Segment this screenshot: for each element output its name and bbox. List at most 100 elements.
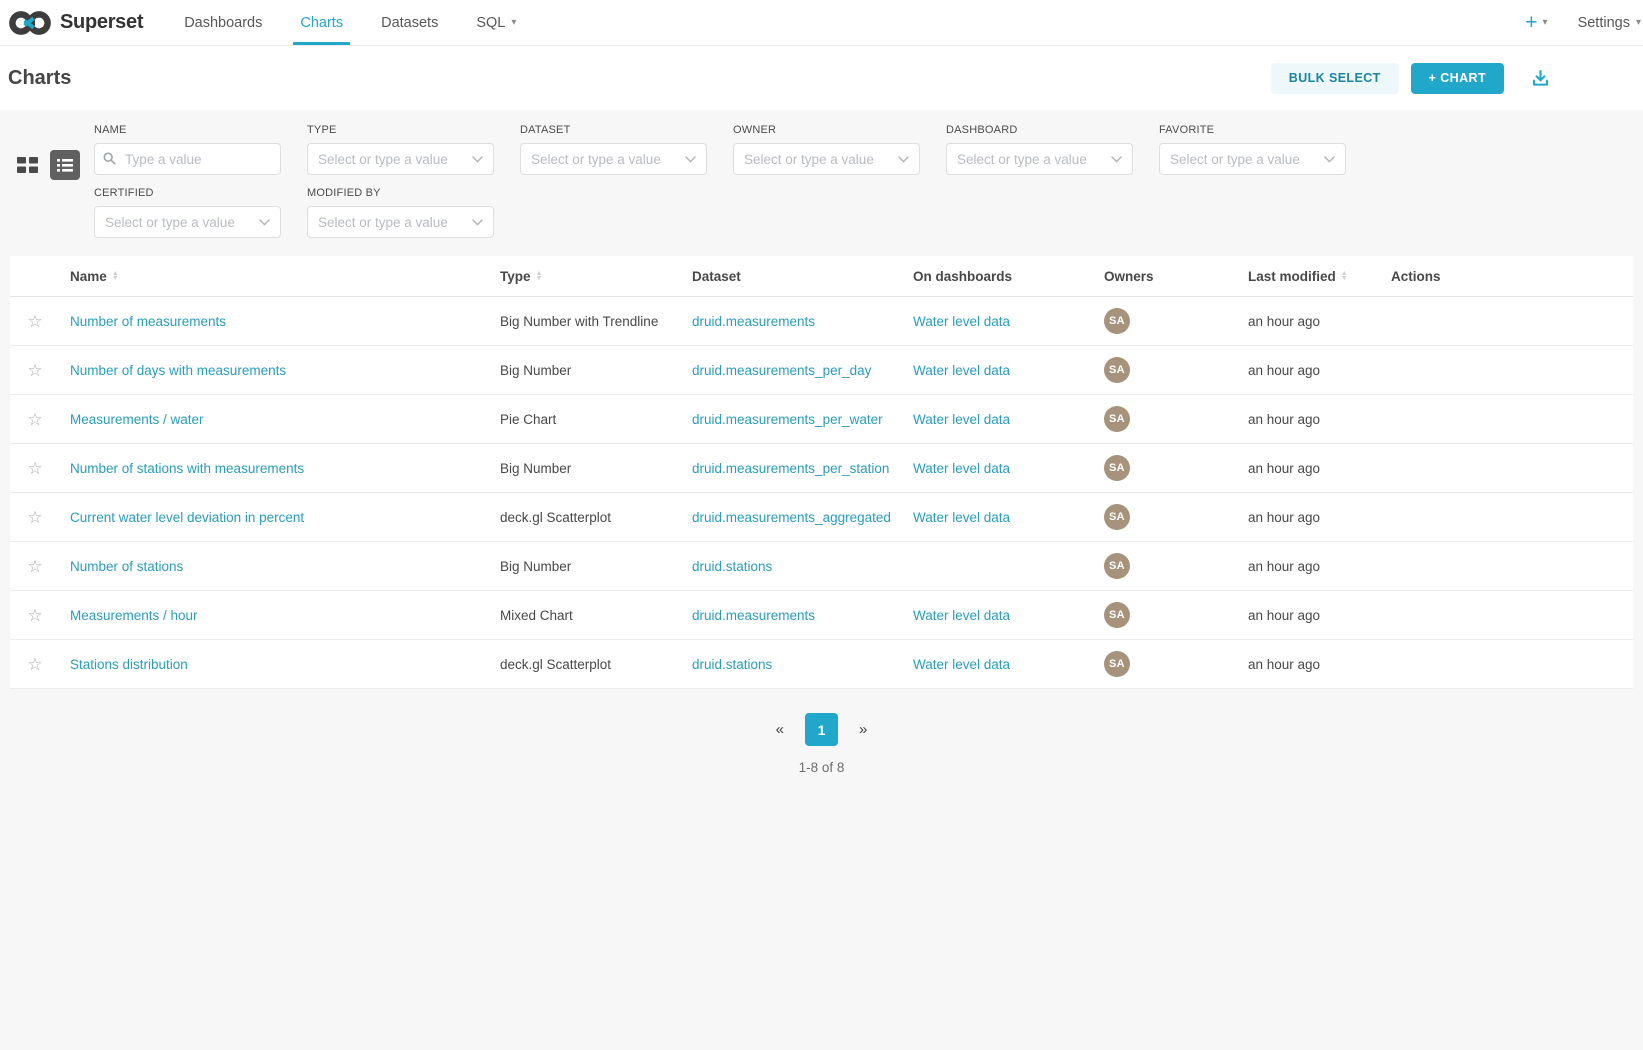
nav-item-dashboards[interactable]: Dashboards [165,0,281,45]
dataset-link[interactable]: druid.measurements_aggregated [692,510,891,525]
owners-cell: SA [1104,406,1248,432]
chart-name-link[interactable]: Stations distribution [70,657,188,672]
search-icon [103,152,116,170]
on-dashboards-cell: Water level data [913,412,1104,427]
sort-icon[interactable]: ▲▼ [536,271,543,282]
owner-avatar[interactable]: SA [1104,651,1130,677]
sort-desc-icon: ▼ [112,276,119,282]
dashboard-link[interactable]: Water level data [913,657,1010,672]
filter-select-certified[interactable]: Select or type a value [94,206,281,238]
dataset-link[interactable]: druid.stations [692,559,772,574]
dashboard-link[interactable]: Water level data [913,608,1010,623]
owner-avatar[interactable]: SA [1104,602,1130,628]
filter-label: NAME [94,124,281,136]
page-title: Charts [8,67,71,90]
superset-logo[interactable]: Superset [8,9,143,37]
on-dashboards-cell: Water level data [913,608,1104,623]
new-chart-button[interactable]: + CHART [1411,63,1504,94]
owner-avatar[interactable]: SA [1104,357,1130,383]
owner-avatar[interactable]: SA [1104,308,1130,334]
owner-avatar[interactable]: SA [1104,406,1130,432]
filter-select-owner[interactable]: Select or type a value [733,143,920,175]
chevron-down-icon [898,156,909,163]
chart-name-cell: Number of measurements [70,314,500,329]
name-search-input[interactable] [94,143,281,175]
chart-name-cell: Number of stations [70,559,500,574]
owner-avatar[interactable]: SA [1104,455,1130,481]
charts-table: Name▲▼Type▲▼DatasetOn dashboardsOwnersLa… [10,256,1633,689]
chart-name-link[interactable]: Number of days with measurements [70,363,286,378]
owners-cell: SA [1104,651,1248,677]
favorite-cell: ☆ [10,509,70,526]
name-search-wrap [94,143,281,175]
grid-view-icon [17,156,38,174]
favorite-star-icon[interactable]: ☆ [27,558,42,575]
filter-select-modified-by[interactable]: Select or type a value [307,206,494,238]
dataset-link[interactable]: druid.measurements [692,314,815,329]
owner-avatar[interactable]: SA [1104,553,1130,579]
settings-menu-button[interactable]: Settings ▾ [1578,15,1641,31]
list-view-toggle[interactable] [50,150,80,180]
filter-label: CERTIFIED [94,187,281,199]
dataset-link[interactable]: druid.measurements_per_station [692,461,889,476]
favorite-star-icon[interactable]: ☆ [27,460,42,477]
filter-row-1: NAMETYPESelect or type a valueDATASETSel… [94,124,1643,175]
dashboard-link[interactable]: Water level data [913,412,1010,427]
filter-section: NAMETYPESelect or type a valueDATASETSel… [0,110,1643,256]
dataset-link[interactable]: druid.measurements_per_day [692,363,871,378]
favorite-star-icon[interactable]: ☆ [27,607,42,624]
favorite-star-icon[interactable]: ☆ [27,656,42,673]
filter-favorite: FAVORITESelect or type a value [1159,124,1346,175]
card-view-toggle[interactable] [12,150,42,180]
chevron-down-icon [259,219,270,226]
nav-item-sql[interactable]: SQL▾ [457,0,535,45]
dashboard-link[interactable]: Water level data [913,510,1010,525]
chevron-down-icon: ▾ [1543,17,1548,28]
favorite-star-icon[interactable]: ☆ [27,509,42,526]
nav-item-datasets[interactable]: Datasets [362,0,457,45]
pagination-summary: 1-8 of 8 [0,760,1643,775]
favorite-star-icon[interactable]: ☆ [27,313,42,330]
favorite-star-icon[interactable]: ☆ [27,411,42,428]
on-dashboards-cell: Water level data [913,314,1104,329]
filter-select-dashboard[interactable]: Select or type a value [946,143,1133,175]
chart-name-link[interactable]: Number of stations with measurements [70,461,304,476]
view-toggles [12,150,80,180]
dataset-link[interactable]: druid.measurements [692,608,815,623]
filter-owner: OWNERSelect or type a value [733,124,920,175]
chart-name-cell: Measurements / water [70,412,500,427]
dashboard-link[interactable]: Water level data [913,461,1010,476]
dataset-link[interactable]: druid.measurements_per_water [692,412,883,427]
bulk-select-button[interactable]: BULK SELECT [1271,63,1399,94]
chart-name-link[interactable]: Measurements / hour [70,608,198,623]
dashboard-link[interactable]: Water level data [913,314,1010,329]
chart-name-link[interactable]: Measurements / water [70,412,204,427]
filter-select-dataset[interactable]: Select or type a value [520,143,707,175]
filter-select-type[interactable]: Select or type a value [307,143,494,175]
new-item-menu-button[interactable]: + ▾ [1521,12,1551,33]
filter-select-favorite[interactable]: Select or type a value [1159,143,1346,175]
chart-name-cell: Measurements / hour [70,608,500,623]
chart-name-link[interactable]: Number of measurements [70,314,226,329]
chart-name-cell: Number of days with measurements [70,363,500,378]
chart-name-link[interactable]: Current water level deviation in percent [70,510,304,525]
download-icon [1530,68,1551,89]
last-modified-cell: an hour ago [1248,559,1391,574]
next-page-button[interactable]: » [859,721,867,738]
last-modified-cell: an hour ago [1248,314,1391,329]
prev-page-button[interactable]: « [776,721,784,738]
dashboard-link[interactable]: Water level data [913,363,1010,378]
column-header-on-dashboards: On dashboards [913,269,1104,284]
dataset-link[interactable]: druid.stations [692,657,772,672]
export-charts-button[interactable] [1530,68,1551,89]
nav-item-charts[interactable]: Charts [281,0,362,45]
last-modified-cell: an hour ago [1248,510,1391,525]
favorite-star-icon[interactable]: ☆ [27,362,42,379]
chart-name-link[interactable]: Number of stations [70,559,183,574]
favorite-cell: ☆ [10,460,70,477]
page-1-button[interactable]: 1 [805,713,838,746]
sort-icon[interactable]: ▲▼ [1341,271,1348,282]
sort-icon[interactable]: ▲▼ [112,271,119,282]
select-placeholder: Select or type a value [105,215,259,230]
owner-avatar[interactable]: SA [1104,504,1130,530]
